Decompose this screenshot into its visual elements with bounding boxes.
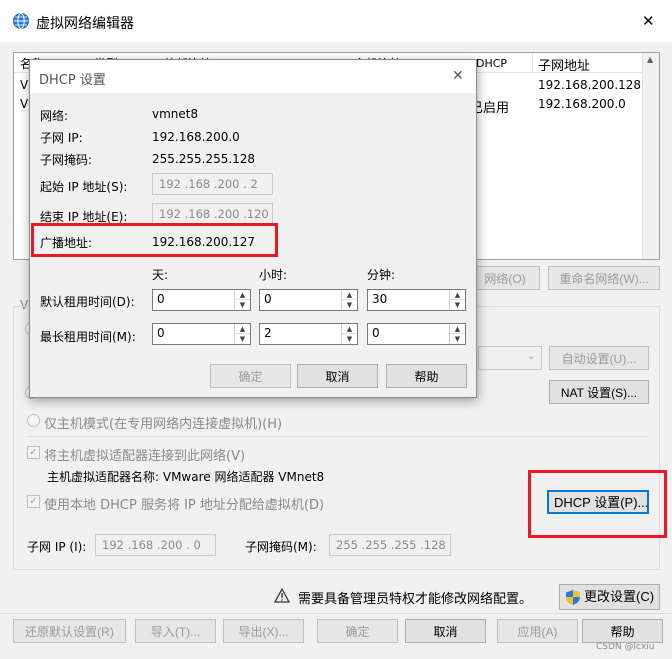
- connect-adapter-checkbox[interactable]: ✓: [27, 446, 40, 459]
- admin-notice: 需要具备管理员特权才能修改网络配置。: [298, 592, 533, 607]
- import-button[interactable]: 导入(T)...: [135, 619, 216, 643]
- watermark: CSDN @lcxiu: [596, 642, 655, 652]
- subnet-mask-field[interactable]: 255 .255 .255 .128: [329, 534, 451, 556]
- bottom-divider: [0, 613, 672, 614]
- arrow-up-icon[interactable]: ▲: [450, 290, 465, 300]
- stepper-value: 2: [264, 326, 272, 340]
- arrow-down-icon[interactable]: ▼: [235, 334, 250, 344]
- warning-icon: [274, 588, 290, 603]
- row-subnet: 192.168.200.0: [538, 97, 626, 111]
- network-button[interactable]: 网络(O): [470, 266, 540, 290]
- stepper-arrows[interactable]: ▲ ▼: [341, 290, 357, 310]
- restore-defaults-button[interactable]: 还原默认设置(R): [13, 619, 126, 643]
- network-label: 网络:: [40, 109, 69, 123]
- change-settings-label: 更改设置(C): [584, 589, 655, 604]
- default-lease-minutes-stepper[interactable]: 30 ▲ ▼: [367, 289, 466, 311]
- row-name: V: [20, 97, 29, 111]
- default-lease-label: 默认租用时间(D):: [40, 295, 135, 309]
- start-ip-field[interactable]: 192 .168 .200 . 2: [152, 173, 273, 195]
- max-lease-minutes-stepper[interactable]: 0 ▲ ▼: [367, 323, 466, 345]
- arrow-down-icon[interactable]: ▼: [342, 300, 357, 310]
- arrow-up-icon[interactable]: ▲: [450, 324, 465, 334]
- rename-network-button[interactable]: 重命名网络(W)...: [548, 266, 660, 290]
- ok-button[interactable]: 确定: [317, 619, 398, 643]
- network-globe-icon: [13, 13, 29, 29]
- arrow-up-icon[interactable]: ▲: [342, 324, 357, 334]
- title-bar: 虚拟网络编辑器 ✕: [0, 0, 672, 42]
- arrow-up-icon[interactable]: ▲: [235, 290, 250, 300]
- minutes-header: 分钟:: [367, 268, 396, 282]
- change-settings-button[interactable]: 更改设置(C): [559, 584, 660, 610]
- dhcp-cancel-button[interactable]: 取消: [297, 364, 378, 388]
- row-subnet: 192.168.200.128: [538, 78, 642, 92]
- dhcp-help-button[interactable]: 帮助: [386, 364, 467, 388]
- use-dhcp-label[interactable]: 使用本地 DHCP 服务将 IP 地址分配给虚拟机(D): [44, 494, 324, 513]
- highlight-dhcp-settings: [528, 470, 667, 538]
- chevron-down-icon: ⌄: [527, 351, 536, 362]
- dhcp-title-bar: DHCP 设置 ✕: [30, 60, 476, 93]
- default-lease-days-stepper[interactable]: 0 ▲ ▼: [152, 289, 251, 311]
- col-header-dhcp[interactable]: DHCP: [476, 57, 507, 70]
- window-title: 虚拟网络编辑器: [36, 16, 134, 32]
- help-button[interactable]: 帮助: [582, 619, 663, 643]
- start-ip-label: 起始 IP 地址(S):: [40, 180, 128, 194]
- subnet-mask-label: 子网掩码:: [40, 153, 93, 167]
- stepper-arrows[interactable]: ▲ ▼: [234, 324, 250, 344]
- adapter-name-label: 主机虚拟适配器名称: VMware 网络适配器 VMnet8: [47, 470, 325, 484]
- subnet-ip-label: 子网 IP (I):: [27, 540, 87, 554]
- arrow-up-icon[interactable]: ▲: [342, 290, 357, 300]
- auto-settings-button[interactable]: 自动设置(U)...: [549, 346, 649, 370]
- stepper-value: 0: [372, 326, 380, 340]
- end-ip-field[interactable]: 192 .168 .200 .120: [152, 203, 273, 225]
- subnet-mask-value: 255.255.255.128: [152, 152, 256, 166]
- stepper-value: 0: [157, 292, 165, 306]
- connect-adapter-label[interactable]: 将主机虚拟适配器连接到此网络(V): [44, 445, 245, 464]
- subnet-ip-value: 192.168.200.0: [152, 130, 240, 144]
- default-lease-hours-stepper[interactable]: 0 ▲ ▼: [259, 289, 358, 311]
- host-only-label[interactable]: 仅主机模式(在专用网络内连接虚拟机)(H): [44, 413, 282, 432]
- stepper-value: 0: [264, 292, 272, 306]
- scroll-up-icon[interactable]: ▲: [647, 55, 653, 64]
- subnet-mask-label: 子网掩码(M):: [245, 540, 317, 554]
- uac-shield-icon: [566, 590, 580, 605]
- subnet-ip-field[interactable]: 192 .168 .200 . 0: [95, 534, 216, 556]
- stepper-arrows[interactable]: ▲ ▼: [449, 324, 465, 344]
- stepper-value: 30: [372, 292, 388, 306]
- arrow-up-icon[interactable]: ▲: [235, 324, 250, 334]
- stepper-arrows[interactable]: ▲ ▼: [449, 290, 465, 310]
- subnet-ip-label: 子网 IP:: [40, 131, 83, 145]
- col-header-subnet[interactable]: 子网地址: [538, 55, 590, 74]
- apply-button[interactable]: 应用(A): [497, 619, 578, 643]
- row-name: V: [20, 78, 29, 92]
- radio-host-only[interactable]: [27, 414, 40, 427]
- days-header: 天:: [152, 268, 169, 282]
- stepper-value: 0: [157, 326, 165, 340]
- stepper-arrows[interactable]: ▲ ▼: [341, 324, 357, 344]
- hours-header: 小时:: [259, 268, 288, 282]
- network-value: vmnet8: [152, 107, 199, 121]
- cancel-button[interactable]: 取消: [405, 619, 486, 643]
- export-button[interactable]: 导出(X)...: [223, 619, 304, 643]
- dhcp-ok-button[interactable]: 确定: [210, 364, 291, 388]
- dhcp-title: DHCP 设置: [39, 73, 106, 88]
- max-lease-days-stepper[interactable]: 0 ▲ ▼: [152, 323, 251, 345]
- arrow-down-icon[interactable]: ▼: [450, 334, 465, 344]
- arrow-down-icon[interactable]: ▼: [235, 300, 250, 310]
- nat-settings-button[interactable]: NAT 设置(S)...: [549, 380, 649, 404]
- dhcp-close-icon[interactable]: ✕: [452, 68, 464, 84]
- highlight-broadcast: [31, 223, 278, 257]
- table-scrollbar[interactable]: ▲: [642, 53, 659, 259]
- window-close-icon[interactable]: ✕: [642, 12, 655, 30]
- max-lease-label: 最长租用时间(M):: [40, 330, 136, 344]
- arrow-down-icon[interactable]: ▼: [450, 300, 465, 310]
- use-dhcp-checkbox[interactable]: ✓: [27, 495, 40, 508]
- arrow-down-icon[interactable]: ▼: [342, 334, 357, 344]
- stepper-arrows[interactable]: ▲ ▼: [234, 290, 250, 310]
- max-lease-hours-stepper[interactable]: 2 ▲ ▼: [259, 323, 358, 345]
- bridge-select[interactable]: ⌄: [478, 346, 542, 370]
- group-divider: [27, 436, 649, 437]
- col-divider: [532, 53, 533, 73]
